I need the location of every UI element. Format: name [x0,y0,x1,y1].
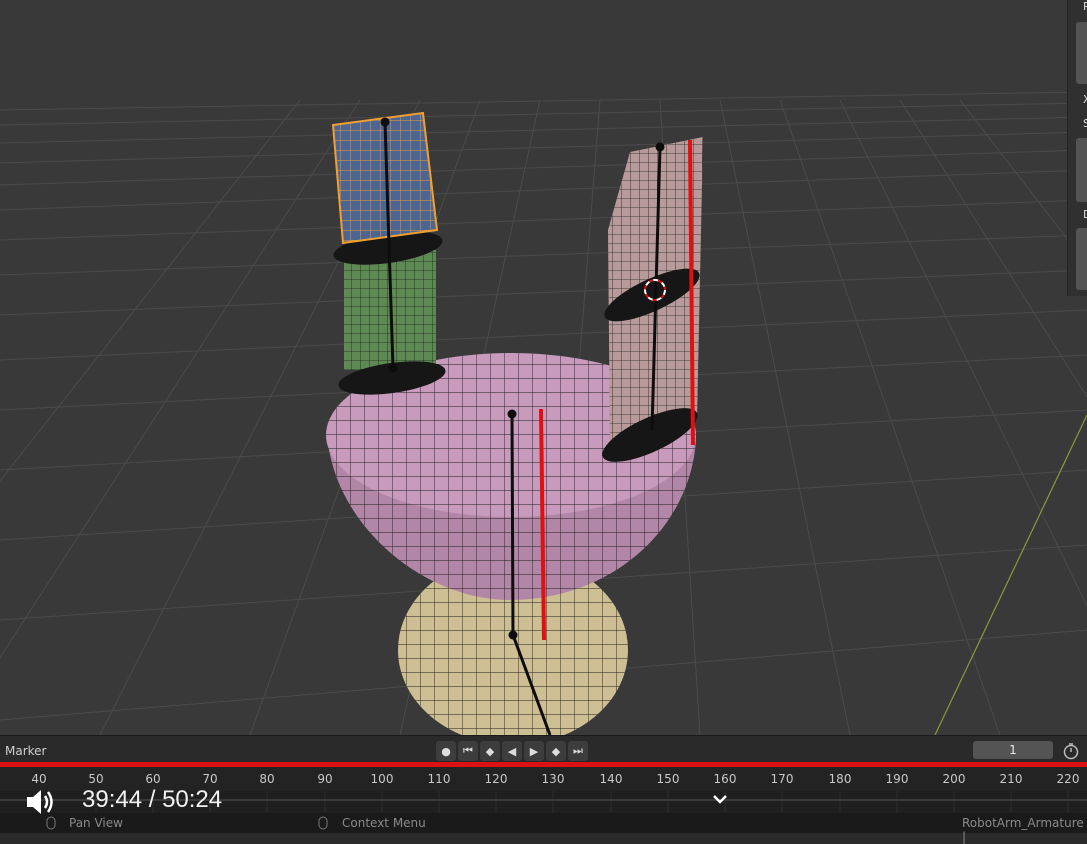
panel-label-x: X [1083,93,1087,106]
marker-menu[interactable]: Marker [5,744,46,758]
y-axis-line [934,414,1087,735]
ruler-tick: 210 [999,772,1023,786]
volume-icon[interactable] [24,787,56,817]
context-menu-hint: Context Menu [342,816,426,830]
stopwatch-icon[interactable] [1062,742,1080,760]
chevron-down-icon[interactable] [711,792,729,806]
panel-label-s: S [1083,117,1087,130]
ruler-tick: 130 [541,772,565,786]
status-bar: Pan View Context Menu RobotArm_Armature … [0,813,1087,844]
prev-keyframe-icon[interactable]: ◆ [480,741,500,761]
viewport-scene [0,91,1087,735]
video-time-display: 39:44 / 50:24 [82,786,223,813]
ruler-tick: 200 [942,772,966,786]
jump-to-end-icon[interactable]: ⏭ [568,741,588,761]
ruler-tick: 160 [713,772,737,786]
ruler-tick: 90 [317,772,333,786]
playback-controls: ● ⏮ ◆ ◀ ▶ ◆ ⏭ [436,741,588,761]
ruler-tick: 50 [88,772,104,786]
pan-view-hint: Pan View [69,816,123,830]
current-frame-field[interactable]: 1 [973,741,1053,759]
timeline-header: Marker ● ⏮ ◆ ◀ ▶ ◆ ⏭ 1 [0,735,1087,764]
sidebar-panel-edge[interactable]: R X S D [1067,0,1087,296]
mouse-right-icon [318,816,328,830]
play-icon[interactable]: ▶ [524,741,544,761]
panel-field-group-1[interactable] [1076,22,1087,84]
ruler-tick: 140 [599,772,623,786]
ruler-tick: 220 [1056,772,1080,786]
record-icon[interactable]: ● [436,741,456,761]
3d-viewport[interactable]: R X S D [0,0,1087,735]
ruler-tick: 110 [427,772,451,786]
ruler-tick: 100 [370,772,394,786]
jump-to-start-icon[interactable]: ⏮ [458,741,478,761]
mouse-icon [46,816,56,830]
panel-field-group-3[interactable] [1076,228,1087,290]
ruler-tick: 120 [484,772,508,786]
panel-field-group-2[interactable] [1076,138,1087,202]
panel-label-r: R [1083,0,1087,13]
ruler-tick: 70 [202,772,218,786]
next-keyframe-icon[interactable]: ◆ [546,741,566,761]
ruler-tick: 180 [828,772,852,786]
ruler-tick: 60 [145,772,161,786]
ruler-tick: 170 [770,772,794,786]
play-reverse-icon[interactable]: ◀ [502,741,522,761]
ruler-tick: 150 [656,772,680,786]
ruler-tick: 190 [885,772,909,786]
active-object-name: RobotArm_Armature | [962,816,1084,844]
ruler-tick: 40 [31,772,47,786]
ruler-tick: 80 [259,772,275,786]
panel-label-d: D [1083,208,1087,221]
